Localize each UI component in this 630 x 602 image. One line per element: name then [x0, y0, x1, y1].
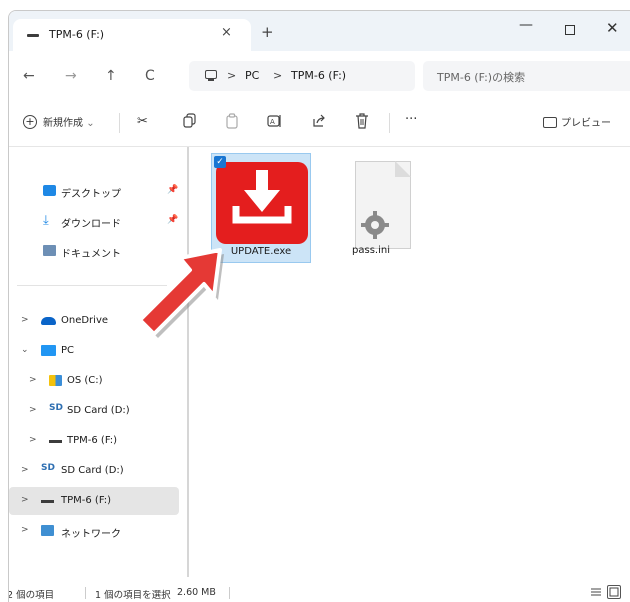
pointer-arrow-annotation: [138, 248, 224, 338]
new-button-label[interactable]: 新規作成 ⌄: [43, 117, 95, 131]
more-options-button[interactable]: ···: [405, 113, 417, 127]
breadcrumb-separator: >: [273, 69, 283, 82]
sidebar-item-sdcard-d[interactable]: > SD SD Card (D:): [9, 397, 179, 425]
chevron-right-icon[interactable]: >: [21, 315, 29, 325]
address-row: ← → ↑ C > PC > TPM-6 (F:) TPM-6 (F:)の検索: [9, 51, 630, 101]
new-tab-button[interactable]: +: [261, 25, 274, 40]
details-view-icon[interactable]: [589, 585, 603, 599]
file-item-pass-ini[interactable]: pass.ini: [321, 153, 421, 263]
copy-icon[interactable]: [183, 113, 197, 133]
large-icons-view-icon[interactable]: [607, 585, 621, 599]
delete-icon[interactable]: [355, 113, 369, 133]
network-icon: [41, 525, 54, 536]
documents-icon: [43, 245, 56, 256]
sidebar-item-tpm6-f-root[interactable]: > TPM-6 (F:): [9, 487, 179, 515]
maximize-button[interactable]: [565, 25, 575, 35]
download-arrow-icon: ⤓: [43, 213, 49, 228]
checkbox-checked-icon[interactable]: ✓: [214, 156, 226, 168]
rename-icon[interactable]: A: [267, 113, 283, 133]
pc-icon: [41, 345, 56, 356]
chevron-right-icon[interactable]: >: [29, 405, 37, 415]
item-count: 2 個の項目: [8, 590, 55, 601]
drive-icon: [27, 34, 39, 37]
sd-card-icon: SD: [41, 463, 55, 473]
pane-splitter[interactable]: [187, 147, 189, 577]
sd-card-icon: SD: [49, 403, 63, 413]
chevron-right-icon[interactable]: >: [29, 375, 37, 385]
tab-close-icon[interactable]: ×: [221, 25, 232, 40]
monitor-icon: [205, 70, 217, 79]
back-button[interactable]: ←: [23, 69, 35, 83]
chevron-right-icon[interactable]: >: [21, 525, 29, 535]
new-plus-icon[interactable]: +: [23, 115, 37, 129]
tab-tpm6[interactable]: TPM-6 (F:) ×: [13, 19, 251, 51]
chevron-right-icon[interactable]: >: [29, 435, 37, 445]
sidebar-item-desktop[interactable]: デスクトップ 📌: [9, 177, 179, 205]
sidebar-item-sdcard-d-root[interactable]: > SD SD Card (D:): [9, 457, 179, 485]
refresh-button[interactable]: C: [145, 69, 155, 83]
cut-icon[interactable]: ✂: [137, 115, 148, 129]
share-icon[interactable]: [311, 113, 327, 133]
selection-count: 1 個の項目を選択: [95, 590, 171, 601]
drive-icon: [41, 500, 54, 503]
title-bar: TPM-6 (F:) × + — ✕: [9, 11, 630, 51]
chevron-down-icon[interactable]: ⌄: [21, 345, 29, 355]
breadcrumb-tpm6[interactable]: TPM-6 (F:): [291, 69, 346, 82]
tab-title: TPM-6 (F:): [49, 28, 105, 41]
file-list: ✓ UPDATE.exe pass.ini: [195, 147, 630, 583]
sidebar-item-pc[interactable]: ⌄ PC: [9, 337, 179, 365]
search-placeholder: TPM-6 (F:)の検索: [437, 71, 526, 84]
cloud-icon: [41, 317, 56, 325]
forward-button[interactable]: →: [65, 69, 77, 83]
minimize-button[interactable]: —: [519, 17, 533, 33]
search-input[interactable]: TPM-6 (F:)の検索: [423, 61, 630, 91]
pin-icon[interactable]: 📌: [167, 185, 178, 195]
desktop-icon: [43, 185, 56, 196]
settings-file-icon: [355, 161, 411, 249]
up-button[interactable]: ↑: [105, 69, 117, 83]
drive-icon: [49, 440, 62, 443]
chevron-right-icon[interactable]: >: [21, 495, 29, 505]
preview-pane-icon[interactable]: [543, 117, 557, 128]
pin-icon[interactable]: 📌: [167, 215, 178, 225]
breadcrumb-pc[interactable]: PC: [245, 69, 259, 82]
windows-drive-icon: [49, 375, 62, 386]
navigation-pane: デスクトップ 📌 ⤓ ダウンロード 📌 ドキュメント > OneDrive ⌄ …: [9, 147, 187, 583]
command-bar: + 新規作成 ⌄ ✂ A ··· プレビュー: [9, 101, 630, 147]
sidebar-item-os-c[interactable]: > OS (C:): [9, 367, 179, 395]
file-name: pass.ini: [352, 245, 390, 256]
sidebar-item-tpm6-f[interactable]: > TPM-6 (F:): [9, 427, 179, 455]
paste-icon[interactable]: [225, 113, 239, 133]
address-bar[interactable]: > PC > TPM-6 (F:): [189, 61, 415, 91]
status-bar: 2 個の項目 1 個の項目を選択 2.60 MB: [9, 583, 630, 602]
breadcrumb-separator: >: [227, 69, 237, 82]
explorer-window: TPM-6 (F:) × + — ✕ ← → ↑ C > PC > TPM-6 …: [8, 10, 630, 602]
selection-size: 2.60 MB: [177, 587, 216, 598]
close-window-button[interactable]: ✕: [606, 19, 619, 37]
chevron-right-icon[interactable]: >: [21, 465, 29, 475]
svg-text:A: A: [270, 118, 275, 126]
preview-button-label[interactable]: プレビュー: [561, 117, 611, 131]
sidebar-item-network[interactable]: > ネットワーク: [9, 517, 179, 545]
